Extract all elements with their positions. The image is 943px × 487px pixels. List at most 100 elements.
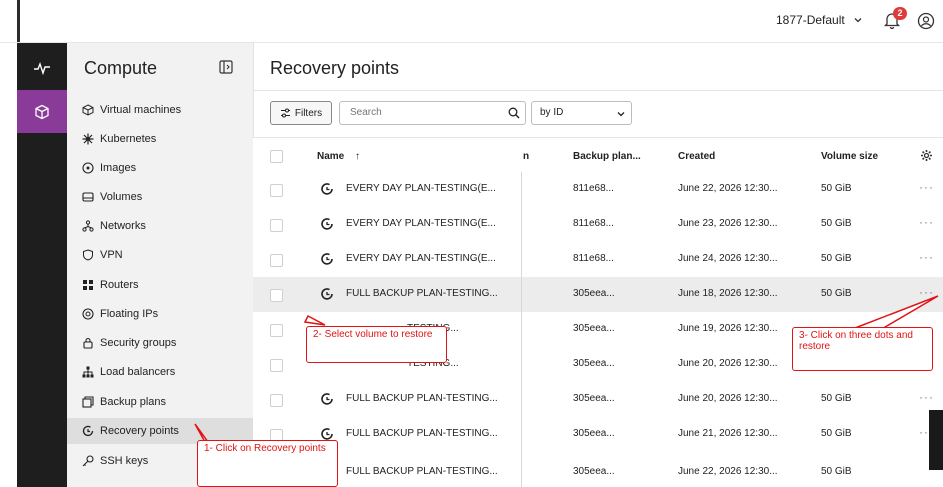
row-created: June 23, 2026 12:30... (678, 218, 778, 229)
row-checkbox[interactable] (270, 219, 283, 232)
sidebar-item-label: Virtual machines (100, 104, 182, 116)
compute-sidebar: Compute Virtual machines Kubernetes Imag… (67, 43, 254, 487)
sidebar-item-vpn[interactable]: VPN (67, 242, 253, 268)
sidebar-item-label: Routers (100, 279, 139, 291)
router-icon (82, 279, 94, 291)
column-created[interactable]: Created (678, 151, 715, 162)
row-volume-size: 50 GiB (821, 253, 852, 264)
chevron-down-icon (854, 18, 862, 23)
user-avatar-icon[interactable] (917, 12, 935, 30)
row-checkbox[interactable] (270, 254, 283, 267)
column-name[interactable]: Name ↑ (317, 151, 360, 162)
row-actions-menu[interactable]: ··· (919, 180, 934, 194)
sidebar-item-kubernetes[interactable]: Kubernetes (67, 126, 253, 152)
sidebar-item-label: Images (100, 162, 137, 174)
row-created: June 20, 2026 12:30... (678, 358, 778, 369)
sidebar-item-label: Kubernetes (100, 133, 157, 145)
table-row[interactable]: EVERY DAY PLAN-TESTING(E... 811e68... Ju… (253, 207, 943, 243)
column-volume-size[interactable]: Volume size (821, 151, 878, 162)
sidebar-item-images[interactable]: Images (67, 155, 253, 181)
sidebar-item-load-balancers[interactable]: Load balancers (67, 359, 253, 385)
top-bar: 1877-Default 2 (0, 0, 943, 43)
copy-icon (82, 396, 94, 408)
icon-rail (17, 43, 67, 487)
gear-icon[interactable] (920, 149, 933, 162)
row-backup-plan: 305eea... (573, 428, 615, 439)
sidebar-item-volumes[interactable]: Volumes (67, 184, 253, 210)
table-row[interactable]: FULL BACKUP PLAN-TESTING... 305eea... Ju… (253, 382, 943, 418)
row-checkbox[interactable] (270, 359, 283, 372)
annotation-step-1: 1- Click on Recovery points (197, 440, 338, 487)
sidebar-title: Compute (84, 58, 158, 78)
row-created: June 21, 2026 12:30... (678, 428, 778, 439)
row-created: June 24, 2026 12:30... (678, 253, 778, 264)
row-checkbox[interactable] (270, 394, 283, 407)
recovery-point-icon (321, 288, 333, 300)
search-input[interactable] (348, 106, 502, 119)
row-actions-menu[interactable]: ··· (919, 285, 934, 299)
row-actions-menu[interactable]: ··· (919, 390, 934, 404)
table-row[interactable]: EVERY DAY PLAN-TESTING(E... 811e68... Ju… (253, 172, 943, 208)
column-resize-divider[interactable] (521, 172, 522, 487)
search-field[interactable] (339, 101, 526, 125)
table-row[interactable]: FULL BACKUP PLAN-TESTING... 305eea... Ju… (253, 417, 943, 453)
recovery-point-icon (321, 428, 333, 440)
row-name: FULL BACKUP PLAN-TESTING... (346, 428, 498, 439)
row-created: June 19, 2026 12:30... (678, 323, 778, 334)
row-created: June 20, 2026 12:30... (678, 393, 778, 404)
row-volume-size: 50 GiB (821, 218, 852, 229)
row-backup-plan: 811e68... (573, 183, 614, 194)
row-backup-plan: 305eea... (573, 323, 615, 334)
column-backup-plan[interactable]: Backup plan... (573, 151, 641, 162)
sidebar-item-routers[interactable]: Routers (67, 272, 253, 298)
rail-item-compute[interactable] (17, 90, 67, 133)
row-checkbox[interactable] (270, 324, 283, 337)
notification-badge: 2 (893, 7, 907, 20)
row-checkbox[interactable] (270, 289, 283, 302)
table-header: Name ↑ n Backup plan... Created Volume s… (253, 137, 943, 174)
row-volume-size: 50 GiB (821, 393, 852, 404)
table-row[interactable]: EVERY DAY PLAN-TESTING(E... 811e68... Ju… (253, 242, 943, 278)
row-name: FULL BACKUP PLAN-TESTING... (346, 393, 498, 404)
project-name: 1877-Default (776, 13, 845, 27)
select-all-checkbox[interactable] (270, 150, 283, 163)
sidebar-item-security-groups[interactable]: Security groups (67, 330, 253, 356)
row-backup-plan: 305eea... (573, 466, 615, 477)
table-row-selected[interactable]: FULL BACKUP PLAN-TESTING... 305eea... Ju… (253, 277, 943, 313)
row-backup-plan: 811e68... (573, 218, 614, 229)
row-name: EVERY DAY PLAN-TESTING(E... (346, 253, 496, 264)
sliders-icon (280, 108, 290, 118)
row-volume-size: 50 GiB (821, 183, 852, 194)
search-icon[interactable] (508, 107, 520, 119)
sidebar-item-backup-plans[interactable]: Backup plans (67, 389, 253, 415)
lock-icon (82, 337, 94, 349)
sidebar-item-label: Recovery points (100, 425, 179, 437)
sort-select[interactable]: by ID (531, 101, 632, 125)
rail-item-monitoring[interactable] (17, 48, 67, 88)
drive-icon (82, 191, 94, 203)
row-name: EVERY DAY PLAN-TESTING(E... (346, 218, 496, 229)
recovery-point-icon (321, 253, 333, 265)
sidebar-item-virtual-machines[interactable]: Virtual machines (67, 97, 253, 123)
column-name-label: Name (317, 151, 345, 162)
row-backup-plan: 305eea... (573, 393, 615, 404)
window-edge (17, 0, 20, 42)
pulse-icon (34, 61, 50, 75)
collapse-sidebar-icon[interactable] (219, 60, 233, 74)
sidebar-item-floating-ips[interactable]: Floating IPs (67, 301, 253, 327)
recovery-point-icon (321, 218, 333, 230)
sidebar-item-networks[interactable]: Networks (67, 213, 253, 239)
recovery-point-icon (321, 393, 333, 405)
row-actions-menu[interactable]: ··· (919, 250, 934, 264)
project-selector[interactable]: 1877-Default (776, 13, 863, 27)
row-checkbox[interactable] (270, 184, 283, 197)
row-volume-size: 50 GiB (821, 428, 852, 439)
row-actions-menu[interactable]: ··· (919, 215, 934, 229)
sidebar-item-label: Floating IPs (100, 308, 159, 320)
network-icon (82, 220, 94, 232)
sort-arrow: ↑ (355, 151, 361, 162)
annotation-step-3: 3- Click on three dots and restore (792, 327, 933, 371)
table-row[interactable]: FULL BACKUP PLAN-TESTING... 305eea... Ju… (253, 452, 943, 487)
row-created: June 18, 2026 12:30... (678, 288, 778, 299)
filters-button[interactable]: Filters (270, 101, 332, 125)
